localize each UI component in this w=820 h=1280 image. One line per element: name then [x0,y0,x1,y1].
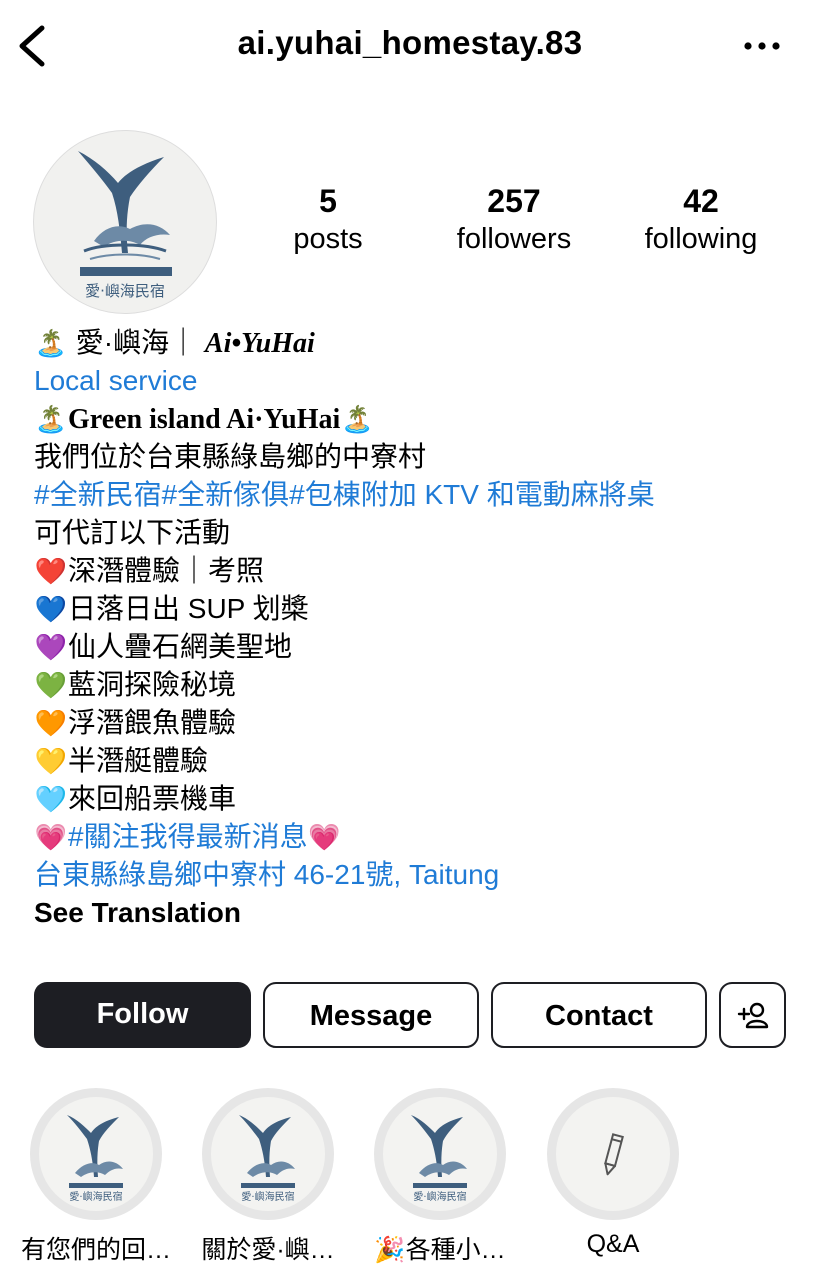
profile-bio: 🏝️ 愛·嶼海｜ Ai•YuHai Local service 🏝️Green … [34,324,794,932]
whale-tail-logo: 愛·嶼海民宿 [239,1115,295,1203]
following-value: 42 [683,183,719,219]
bio-name-latin: Ai•YuHai [204,328,315,359]
posts-value: 5 [319,183,337,219]
activity-item: 🧡浮潛餵魚體驗 [34,704,794,742]
highlight-3[interactable]: 愛·嶼海民宿 [374,1088,506,1220]
followers-label: followers [456,223,572,255]
activity-item: 💙日落日出 SUP 划槳 [34,590,794,628]
highlight-1-label: 有您們的回… [20,1236,171,1264]
bio-activities-list: ❤️深潛體驗｜考照 💙日落日出 SUP 划槳 💜仙人疊石網美聖地 💚藍洞探險秘境… [34,552,794,818]
bio-tagline: Green island Ai·YuHai [68,404,341,435]
pink-heart-icon: 💗 [308,822,341,852]
more-options-button[interactable] [742,34,782,58]
pencil-icon [604,1133,624,1176]
red-heart-icon: ❤️ [34,556,68,586]
bio-follow-hashtag[interactable]: #關注我得最新消息 [68,821,308,852]
blue-heart-icon: 💙 [34,594,68,624]
following-label: following [644,223,758,255]
party-popper-icon: 🎉 [374,1236,406,1264]
highlight-2-label: 關於愛·嶼… [201,1236,335,1264]
contact-button[interactable]: Contact [491,982,707,1048]
activity-item: ❤️深潛體驗｜考照 [34,552,794,590]
yellow-heart-icon: 💛 [34,746,68,776]
add-person-icon [737,1002,768,1029]
following-count[interactable]: 42 following [616,182,786,258]
purple-heart-icon: 💜 [34,632,68,662]
bio-tagline-row: 🏝️Green island Ai·YuHai🏝️ [34,400,794,438]
island-icon: 🏝️ [34,328,68,358]
island-icon: 🏝️ [341,404,374,434]
whale-tail-logo: 愛·嶼海民宿 [411,1115,467,1203]
highlight-3-label: 各種小… [405,1236,506,1264]
follow-button[interactable]: Follow [34,982,251,1048]
more-horizontal-icon [744,42,780,50]
activity-item: 💚藍洞探險秘境 [34,666,794,704]
bio-activities-intro: 可代訂以下活動 [34,517,231,548]
activity-item: 🩵來回船票機車 [34,780,794,818]
bio-name: 🏝️ 愛·嶼海｜ Ai•YuHai [34,324,794,362]
posts-label: posts [293,223,363,255]
highlight-3-label-row: 🎉各種小… [350,1230,530,1266]
bio-name-cjk: 愛·嶼海｜ [75,327,198,358]
profile-avatar[interactable]: 愛·嶼海民宿 [33,130,217,314]
island-icon: 🏝️ [34,404,68,434]
profile-username: ai.yuhai_homestay.83 [237,24,583,61]
bio-category[interactable]: Local service [34,362,794,400]
message-button[interactable]: Message [263,982,479,1048]
highlight-4[interactable] [547,1088,679,1220]
see-translation-link[interactable]: See Translation [34,894,794,932]
highlight-1[interactable]: 愛·嶼海民宿 [30,1088,162,1220]
logo-caption: 愛·嶼海民宿 [85,282,165,300]
bio-location-line: 我們位於台東縣綠島鄉的中寮村 [34,441,427,472]
highlight-4-label: Q&A [586,1230,640,1258]
bio-address-link[interactable]: 台東縣綠島鄉中寮村 46-21號, Taitung [34,856,794,894]
svg-text:愛·嶼海民宿: 愛·嶼海民宿 [69,1190,122,1203]
svg-text:愛·嶼海民宿: 愛·嶼海民宿 [413,1190,466,1203]
suggest-people-button[interactable] [719,982,786,1048]
activity-item: 💜仙人疊石網美聖地 [34,628,794,666]
followers-value: 257 [487,183,541,219]
green-heart-icon: 💚 [34,670,68,700]
whale-tail-logo: 愛·嶼海民宿 [78,151,172,300]
followers-count[interactable]: 257 followers [429,182,599,258]
bio-follow-hashtag-row: 💗#關注我得最新消息💗 [34,818,794,856]
highlight-2[interactable]: 愛·嶼海民宿 [202,1088,334,1220]
whale-tail-logo: 愛·嶼海民宿 [67,1115,123,1203]
orange-heart-icon: 🧡 [34,708,68,738]
pink-heart-icon: 💗 [34,822,68,852]
activity-item: 💛半潛艇體驗 [34,742,794,780]
svg-text:愛·嶼海民宿: 愛·嶼海民宿 [241,1190,294,1203]
posts-count[interactable]: 5 posts [243,182,413,258]
light-blue-heart-icon: 🩵 [34,784,68,814]
bio-hashtags[interactable]: #全新民宿#全新傢俱#包棟附加 KTV 和電動麻將桌 [34,476,794,514]
